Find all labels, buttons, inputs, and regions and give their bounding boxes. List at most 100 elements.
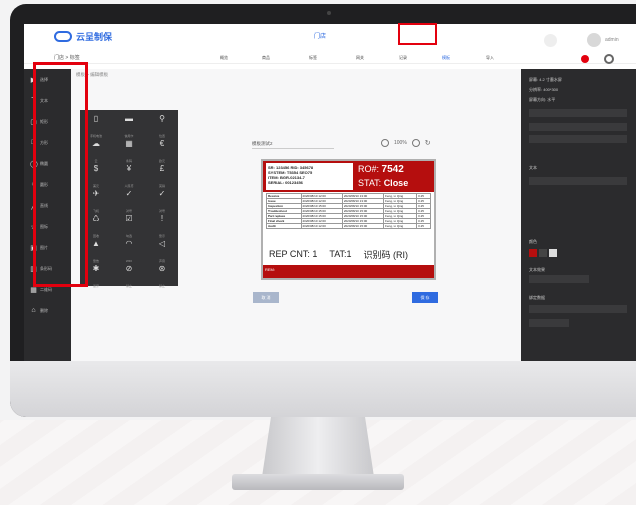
icon-option-11[interactable]: ✓ 对号 [146,189,178,213]
sidebar-item-label: 二维码 [40,286,52,292]
icon-glyph: ✓ [125,189,133,198]
icon-label: 禁止 [125,284,132,288]
color-swatch-0[interactable] [529,249,537,257]
icon-option-17[interactable]: ◁ 声音 [146,239,178,263]
sidebar-item-11[interactable]: ⌂ 删除 [24,300,71,321]
tat: TAT:1 [329,249,352,259]
icon-glyph: ⊘ [125,264,133,273]
remark-bar: REM: [263,265,434,278]
status: STAT: Close [358,178,409,188]
template-name-underline [252,148,334,149]
table-cell: Feng, Li Qing [383,223,418,229]
icon-label: 手机电池 [89,134,102,138]
align-toolbar[interactable] [529,109,627,117]
notification-bell-icon[interactable] [581,55,589,63]
text-effect-label: 文本效果 [529,267,545,272]
icon-option-5[interactable]: € 欧元 [146,139,178,163]
icon-option-20[interactable]: ⊛ 禁止 [146,264,178,288]
nav-records[interactable]: 记录 [399,55,407,61]
serial-line: SERIAL: 00123456 [268,180,303,185]
font-select[interactable] [529,123,627,131]
sidebar-item-label: 删除 [40,307,48,313]
cancel-button[interactable]: 取 消 [253,292,279,303]
zoom-out-icon[interactable] [381,139,389,147]
label-template-card[interactable]: SR: 123456 RID: 345678 SYSTEM: T5354 SEO… [261,159,436,280]
tool-icon: ⌂ [31,307,36,314]
refresh-icon[interactable]: ↻ [425,139,431,147]
nav-gateway[interactable]: 网关 [356,55,364,61]
icon-option-7[interactable]: ¥ 人民币 [113,164,145,188]
icon-glyph: £ [159,164,165,173]
color-swatch-2[interactable] [549,249,557,257]
template-name-input[interactable]: 模板测试2 [252,141,273,147]
icon-label: 飞机 [92,209,99,213]
icon-glyph: ¥ [126,164,132,173]
monitor-chin [10,361,636,417]
icon-label: 对号 [125,209,132,213]
monitor-base [232,474,404,490]
nav-products[interactable]: 商品 [262,55,270,61]
zoom-in-icon[interactable] [411,139,420,147]
brand-logo[interactable]: 云呈制保 [54,30,112,43]
zoom-level: 100% [394,140,407,146]
search-circle[interactable] [544,34,557,49]
icon-label: 蓝牙 [92,284,99,288]
save-button[interactable]: 保 存 [412,292,438,303]
icon-glyph: ▦ [125,139,133,148]
table-cell: 2020/08/10 15:00 [341,223,385,229]
store-title[interactable]: 门店 [314,31,326,40]
app-screen: 云呈制保 门店 门店 > 标签 概览 商品 标签 网关 记录 模板 导入 adm… [24,24,636,361]
card-info-box: SR: 123456 RID: 345678 SYSTEM: T5354 SEO… [266,163,353,190]
color-swatch-1[interactable] [539,249,547,257]
icon-label: 勾选 [125,234,132,238]
username[interactable]: admin [605,37,619,43]
icon-label: 对号 [158,209,165,213]
nav-templates[interactable]: 模板 [442,55,450,61]
icon-option-4[interactable]: ▦ 条码 [113,139,145,163]
icon-option-8[interactable]: £ 英镑 [146,164,178,188]
icon-option-16[interactable]: ◠ WIFI [113,239,145,263]
table-cell: 0.25 [416,223,431,229]
top-bar: 云呈制保 门店 门店 > 标签 概览 商品 标签 网关 记录 模板 导入 adm… [24,24,636,64]
table-row: Audit 2020/08/10 12:00 2020/08/10 15:00 Fen… [266,223,431,229]
icon-picker-popup: ▯ 手机电池 ▬ 信用卡 ⚲ 位置 ☁ 云 ▦ 条码 € 欧元 $ 美元 ¥ 人民币 £ 英镑 ✈ 飞机 ✓ 对号 ✓ 对号 ♺… [80,110,178,288]
zoom-control: 100% ↻ [381,139,431,147]
size-select[interactable] [529,135,627,143]
icon-label: 禁止 [158,284,165,288]
icon-label: WIFI [125,259,133,263]
top-breadcrumb[interactable]: 门店 > 标签 [54,54,80,61]
icon-glyph: € [159,139,165,148]
icon-option-13[interactable]: ☑ 勾选 [113,214,145,238]
process-table: Receive 2020/08/10 12:00 2020/08/10 13:00 F… [266,193,431,229]
binding-checkbox[interactable] [529,319,569,327]
icon-label: 云 [94,159,98,163]
nav-labels[interactable]: 标签 [309,55,317,61]
text-section-label: 文本 [529,165,537,170]
icon-label: 声音 [158,259,165,263]
nav-highlight-box [398,23,437,45]
gear-icon[interactable] [604,54,614,64]
icon-label: 英镑 [158,184,165,188]
icon-option-14[interactable]: ! 警示 [146,214,178,238]
color-label: 颜色 [529,239,537,244]
icon-glyph: ☑ [125,214,133,223]
ro-number: RO#: 7542 [358,164,404,175]
icon-option-19[interactable]: ⊘ 禁止 [113,264,145,288]
icon-label: 人民币 [124,184,134,188]
icon-option-10[interactable]: ✓ 对号 [113,189,145,213]
binding-select[interactable] [529,305,627,313]
table-cell: 2020/08/10 12:00 [300,223,343,229]
nav-import[interactable]: 导入 [486,55,494,61]
nav-overview[interactable]: 概览 [220,55,228,61]
rep-row: REP CNT: 1 TAT:1 识别码 (RI) [263,244,434,264]
icon-option-1[interactable]: ▬ 信用卡 [113,114,145,138]
sidebar-highlight-box [33,62,88,287]
avatar[interactable] [587,33,601,47]
orientation: 屏幕方向: 水平 [529,97,556,102]
icon-label: 位置 [158,134,165,138]
brand-name: 云呈制保 [76,32,113,42]
text-input[interactable] [529,177,627,185]
text-effect-options[interactable] [529,275,589,283]
icon-glyph: ◠ [125,239,133,248]
icon-option-2[interactable]: ⚲ 位置 [146,114,178,138]
